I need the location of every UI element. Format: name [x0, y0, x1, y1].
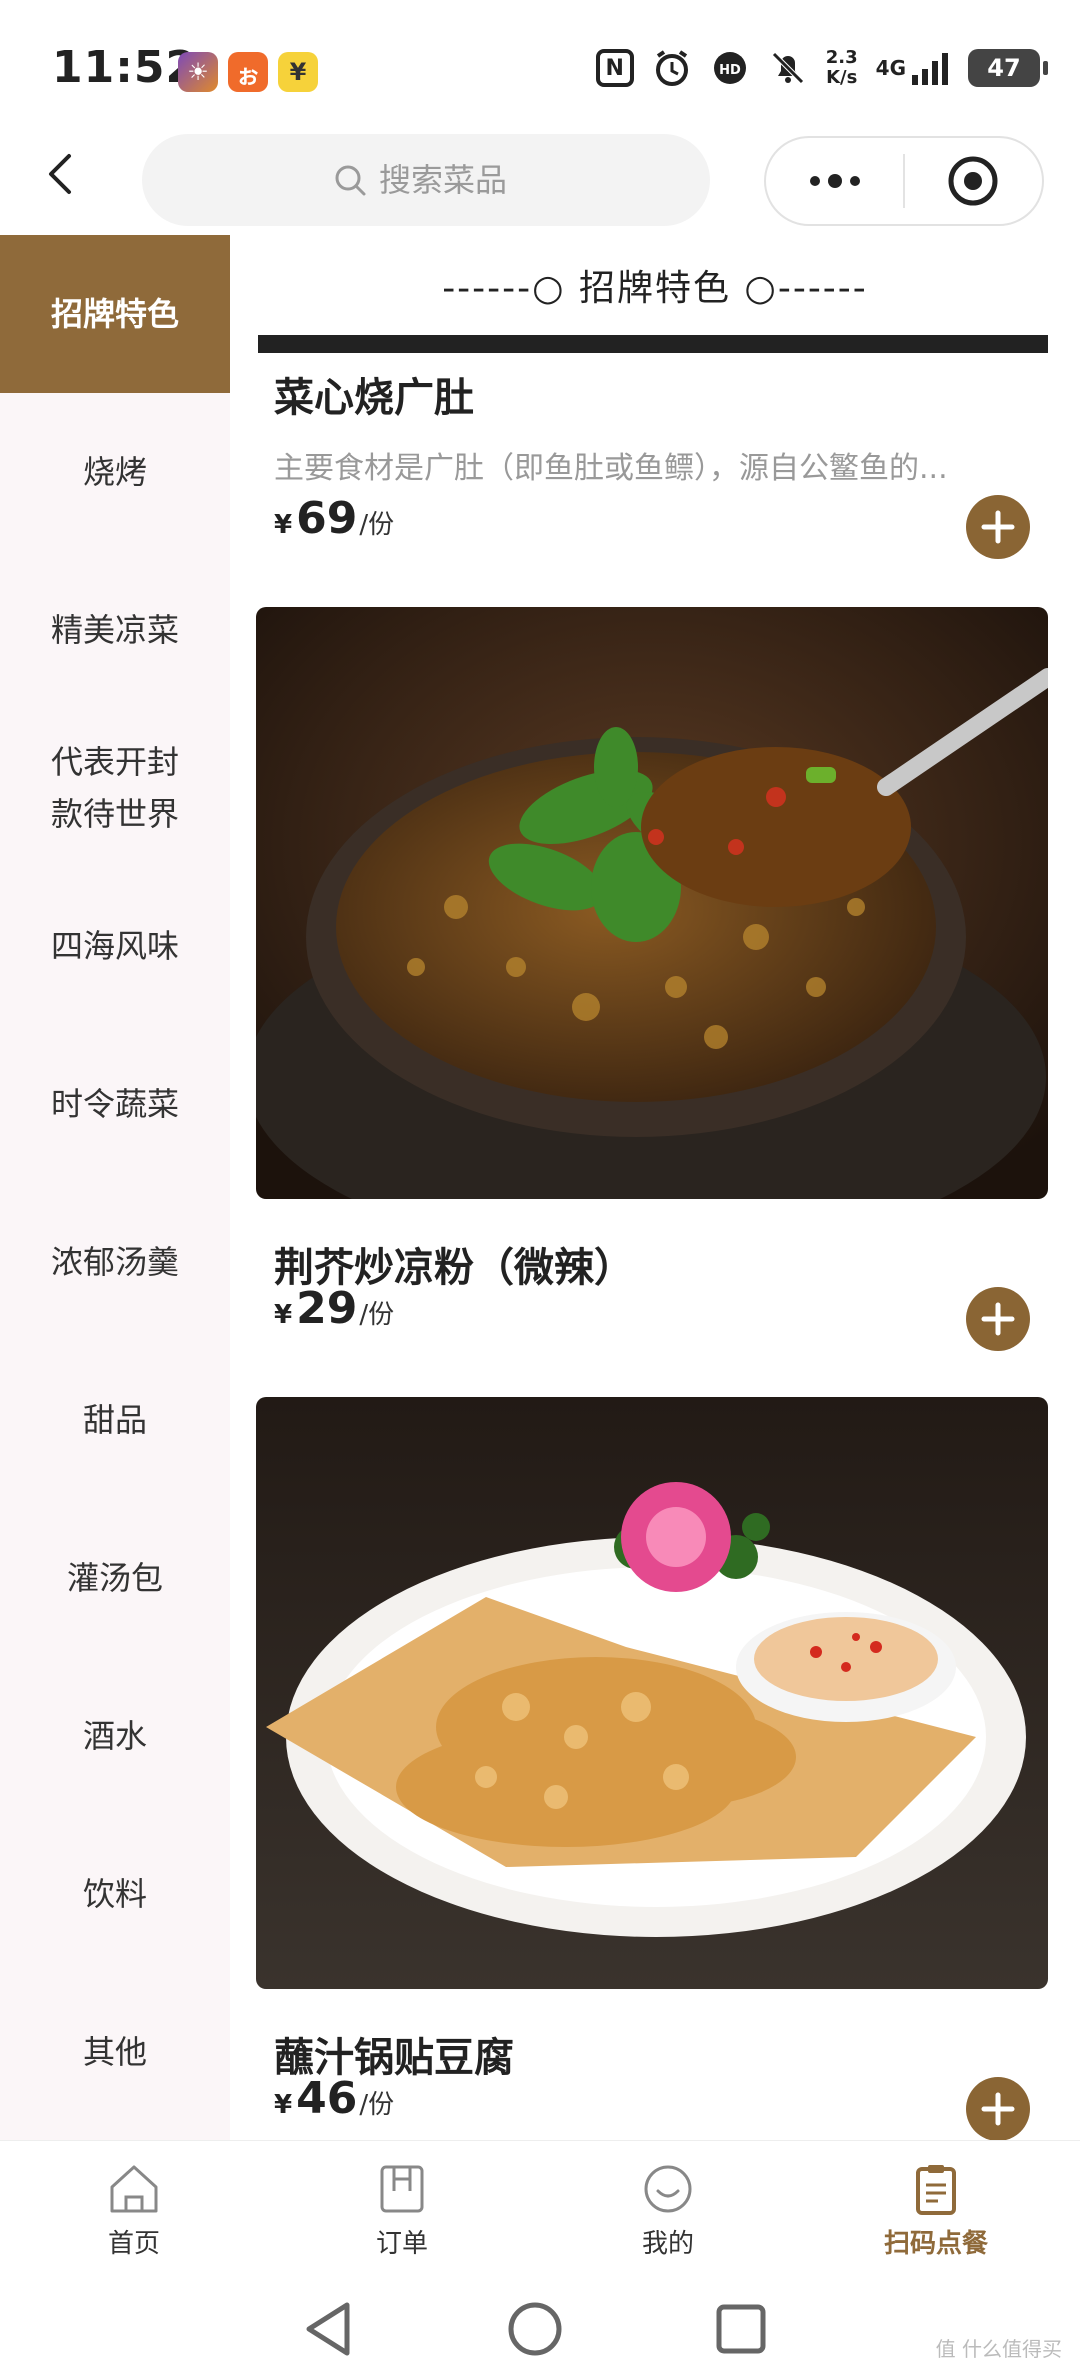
sidebar-item-beverages[interactable]: 饮料: [0, 1815, 230, 1973]
nav-home-button[interactable]: [500, 2294, 570, 2364]
sidebar-item-desserts[interactable]: 甜品: [0, 1341, 230, 1499]
network-type: 4G: [875, 56, 906, 80]
add-to-cart-button[interactable]: [966, 495, 1030, 559]
net-speed-value: 2.3: [825, 47, 858, 68]
dish-description: 主要食材是广肚（即鱼肚或鱼鳔），源自公鳘鱼的...: [274, 451, 948, 486]
app-notification-icon-2: ぉ: [228, 52, 268, 92]
more-dots-icon: [809, 174, 860, 188]
plus-icon: [981, 1302, 1015, 1336]
dish-image-partial: [258, 335, 1048, 353]
tab-home-label: 首页: [107, 2229, 160, 2259]
sidebar-item-signature[interactable]: 招牌特色: [0, 235, 230, 393]
app-notification-icon-3: ¥: [278, 52, 318, 92]
battery-indicator: 47: [968, 49, 1048, 87]
alarm-icon: [652, 48, 692, 88]
category-sidebar: 招牌特色 烧烤 精美凉菜 代表开封款待世界 四海风味 时令蔬菜 浓郁汤羹 甜品 …: [0, 235, 230, 2140]
dish-list[interactable]: ------○ 招牌特色 ○------ 菜心烧广肚 主要食材是广肚（即鱼肚或鱼…: [230, 235, 1080, 2140]
price-unit: /份: [359, 1300, 395, 1330]
sidebar-item-world-flavors[interactable]: 四海风味: [0, 867, 230, 1025]
clipboard-icon: [916, 2165, 956, 2215]
status-bar: 11:52 ☀ ぉ ¥ N HD 2.3 K/s 4G 47: [0, 0, 1080, 130]
target-circle-icon: [948, 156, 998, 206]
nav-back-button[interactable]: [292, 2294, 362, 2364]
plus-icon: [981, 2092, 1015, 2126]
tab-profile-label: 我的: [641, 2229, 694, 2259]
sidebar-item-alcohol[interactable]: 酒水: [0, 1657, 230, 1815]
home-icon: [110, 2165, 158, 2213]
circle-home-icon: [508, 2302, 562, 2356]
sidebar-item-kaifeng[interactable]: 代表开封款待世界: [0, 709, 230, 867]
profile-icon: [644, 2165, 692, 2213]
sidebar-item-soup-dumplings[interactable]: 灌汤包: [0, 1499, 230, 1657]
price-value: 29: [296, 1283, 358, 1334]
tab-orders-label: 订单: [375, 2229, 428, 2259]
tab-scan-order-label: 扫码点餐: [883, 2229, 988, 2259]
tab-scan-order[interactable]: 扫码点餐: [846, 2161, 1026, 2260]
app-notification-icon-1: ☀: [178, 52, 218, 92]
search-input[interactable]: [379, 161, 519, 199]
currency-symbol: ¥: [274, 2090, 293, 2120]
dish-photo[interactable]: [256, 1397, 1048, 1989]
search-icon: [335, 165, 366, 196]
order-icon: [380, 2165, 424, 2213]
net-speed-unit: K/s: [826, 67, 858, 88]
nav-recents-button[interactable]: [706, 2294, 776, 2364]
chevron-left-icon: [49, 154, 71, 194]
hd-call-icon: HD: [710, 48, 750, 88]
add-to-cart-button[interactable]: [966, 2077, 1030, 2140]
nfc-icon: N: [595, 48, 634, 88]
miniprogram-capsule: [764, 136, 1044, 226]
price-unit: /份: [359, 510, 395, 540]
currency-symbol: ¥: [274, 510, 293, 540]
dish-price: ¥ 29 /份: [274, 1283, 394, 1334]
sidebar-item-soups[interactable]: 浓郁汤羹: [0, 1183, 230, 1341]
plus-icon: [981, 510, 1015, 544]
tab-profile[interactable]: 我的: [578, 2161, 758, 2260]
sidebar-item-other[interactable]: 其他: [0, 1973, 230, 2131]
notification-app-icons: ☀ ぉ ¥: [178, 52, 318, 92]
price-unit: /份: [359, 2090, 395, 2120]
search-bar[interactable]: [142, 134, 710, 226]
status-time: 11:52: [52, 42, 198, 93]
watermark: 值 什么值得买: [935, 2337, 1062, 2361]
dish-photo[interactable]: [256, 607, 1048, 1199]
dish-price: ¥ 69 /份: [274, 493, 394, 544]
sidebar-item-kaifeng-label: 代表开封款待世界: [50, 743, 179, 833]
mute-bell-icon: [768, 48, 808, 88]
triangle-back-icon: [306, 2302, 350, 2356]
dish-name: 菜心烧广肚: [274, 375, 474, 421]
price-value: 46: [296, 2073, 358, 2124]
add-to-cart-button[interactable]: [966, 1287, 1030, 1351]
close-miniprogram-button[interactable]: [905, 138, 1042, 224]
bottom-tab-bar: 首页 订单 我的 扫码点餐: [0, 2140, 1080, 2280]
tab-orders[interactable]: 订单: [312, 2161, 492, 2260]
sidebar-item-bbq[interactable]: 烧烤: [0, 393, 230, 551]
system-navigation-bar: 值 什么值得买: [0, 2280, 1080, 2378]
sidebar-item-cold-dishes[interactable]: 精美凉菜: [0, 551, 230, 709]
price-value: 69: [296, 493, 358, 544]
tab-home[interactable]: 首页: [44, 2161, 224, 2260]
status-right-group: N HD 2.3 K/s 4G 47: [595, 48, 1048, 88]
currency-symbol: ¥: [274, 1300, 293, 1330]
svg-text:HD: HD: [719, 63, 741, 78]
sidebar-item-seasonal-veg[interactable]: 时令蔬菜: [0, 1025, 230, 1183]
header: [0, 130, 1080, 235]
signal-icon: 4G: [876, 48, 950, 88]
net-speed: 2.3 K/s: [826, 48, 858, 88]
more-button[interactable]: [766, 138, 903, 224]
square-recents-icon: [716, 2304, 766, 2354]
dish-price: ¥ 46 /份: [274, 2073, 394, 2124]
section-title: ------○ 招牌特色 ○------: [230, 235, 1080, 335]
back-button[interactable]: [30, 144, 90, 204]
